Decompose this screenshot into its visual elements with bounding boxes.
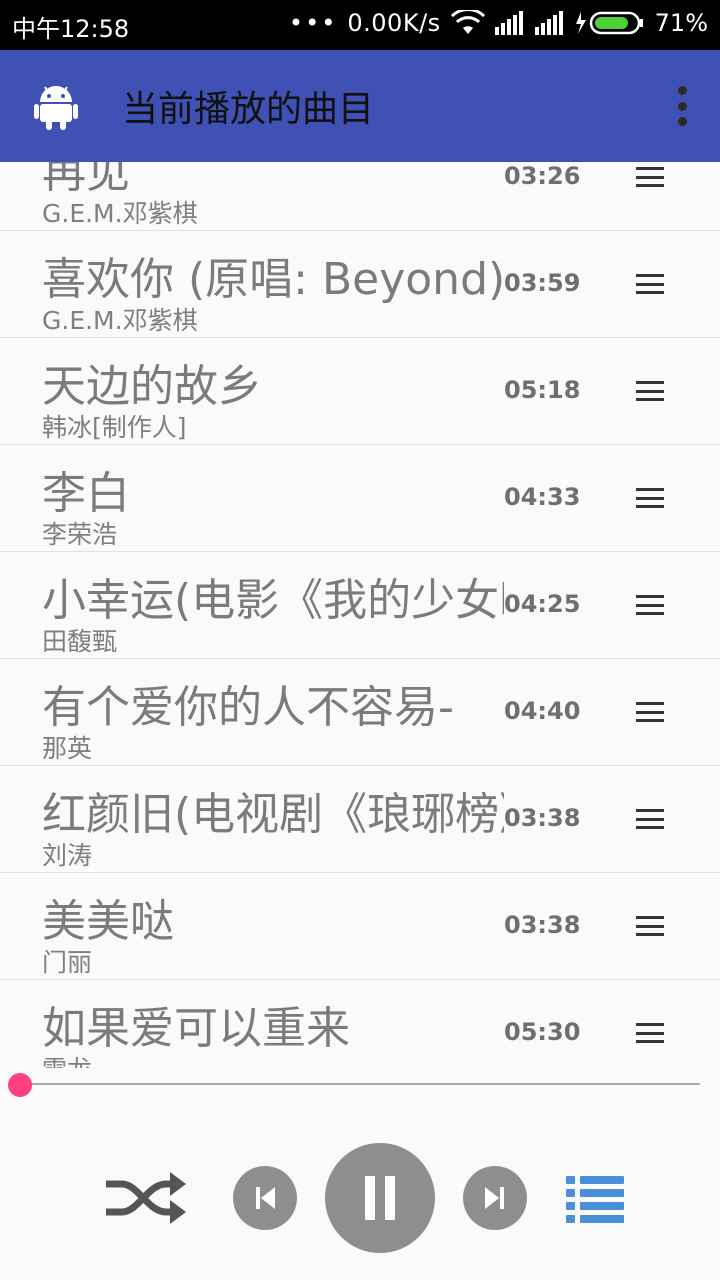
track-list[interactable]: 再见 G.E.M.邓紫棋 03:26 喜欢你 (原唱: Beyond) G.E.M.邓紫…: [0, 162, 720, 1068]
track-artist: 雷龙: [42, 1050, 92, 1068]
drag-handle-icon[interactable]: [636, 274, 664, 294]
drag-handle-icon[interactable]: [636, 916, 664, 936]
seek-thumb[interactable]: [8, 1073, 32, 1097]
drag-handle-icon[interactable]: [636, 381, 664, 401]
track-title: 红颜旧(电视剧《琅琊榜》: [42, 789, 504, 840]
track-title: 天边的故乡: [42, 361, 262, 412]
wifi-icon: [450, 10, 485, 36]
track-duration: 03:38: [504, 911, 581, 939]
track-artist: G.E.M.邓紫棋: [42, 306, 198, 335]
track-row[interactable]: 红颜旧(电视剧《琅琊榜》 刘涛 03:38: [0, 766, 720, 873]
drag-handle-icon[interactable]: [636, 488, 664, 508]
track-row[interactable]: 再见 G.E.M.邓紫棋 03:26: [0, 162, 720, 231]
notification-dots: •••: [288, 9, 338, 37]
drag-handle-icon[interactable]: [636, 167, 664, 187]
track-duration: 04:40: [504, 697, 581, 725]
track-artist: 李荣浩: [42, 520, 118, 549]
next-button[interactable]: [463, 1166, 527, 1230]
drag-handle-icon[interactable]: [636, 595, 664, 615]
status-time: 中午12:58: [12, 15, 130, 43]
track-artist: G.E.M.邓紫棋: [42, 199, 198, 228]
track-artist: 韩冰[制作人]: [42, 413, 187, 442]
status-bar: 中午12:58 ••• 0.00K/s 71%: [0, 0, 720, 50]
network-speed: 0.00K/s: [347, 9, 441, 37]
drag-handle-icon[interactable]: [636, 702, 664, 722]
track-artist: 刘涛: [42, 841, 93, 870]
next-icon: [485, 1187, 504, 1209]
track-row[interactable]: 天边的故乡 韩冰[制作人] 05:18: [0, 338, 720, 445]
track-duration: 05:30: [504, 1018, 581, 1046]
drag-handle-icon[interactable]: [636, 1023, 664, 1043]
track-title: 李白: [42, 468, 130, 519]
drag-handle-icon[interactable]: [636, 809, 664, 829]
track-duration: 03:59: [504, 269, 581, 297]
pause-icon: [365, 1176, 395, 1220]
battery-icon: [575, 10, 645, 36]
page-title: 当前播放的曲目: [122, 89, 375, 130]
track-artist: 那英: [42, 734, 93, 763]
android-icon: [34, 82, 78, 130]
app-bar: 当前播放的曲目: [0, 50, 720, 162]
track-duration: 05:18: [504, 376, 581, 404]
track-row[interactable]: 如果爱可以重来雷龙 05:30: [0, 980, 720, 1068]
track-title: 美美哒: [42, 896, 174, 947]
pause-button[interactable]: [325, 1143, 435, 1253]
track-duration: 04:25: [504, 590, 581, 618]
signal-icon: [494, 11, 525, 35]
track-duration: 03:38: [504, 804, 581, 832]
track-row[interactable]: 有个爱你的人不容易- 那英 04:40: [0, 659, 720, 766]
queue-list-icon[interactable]: [566, 1174, 624, 1224]
track-duration: 03:26: [504, 162, 581, 190]
battery-level: 71%: [654, 9, 708, 37]
track-row[interactable]: 喜欢你 (原唱: Beyond) G.E.M.邓紫棋 03:59: [0, 231, 720, 338]
shuffle-icon[interactable]: [104, 1170, 186, 1226]
previous-icon: [256, 1187, 275, 1209]
track-title: 小幸运(电影《我的少女时代》: [42, 575, 504, 626]
signal-icon-2: [534, 11, 565, 35]
track-duration: 04:33: [504, 483, 581, 511]
track-row[interactable]: 美美哒 门丽 03:38: [0, 873, 720, 980]
track-artist: 门丽: [42, 948, 93, 977]
track-artist: 田馥甄: [42, 627, 118, 656]
track-title: 有个爱你的人不容易-: [42, 682, 454, 733]
track-row[interactable]: 李白 李荣浩 04:33: [0, 445, 720, 552]
track-title: 喜欢你 (原唱: Beyond): [42, 254, 504, 305]
more-vert-icon[interactable]: [674, 86, 690, 126]
previous-button[interactable]: [233, 1166, 297, 1230]
track-title: 如果爱可以重来: [42, 1003, 350, 1054]
seek-bar[interactable]: [20, 1083, 700, 1085]
track-row[interactable]: 小幸运(电影《我的少女时代》田馥甄 04:25: [0, 552, 720, 659]
